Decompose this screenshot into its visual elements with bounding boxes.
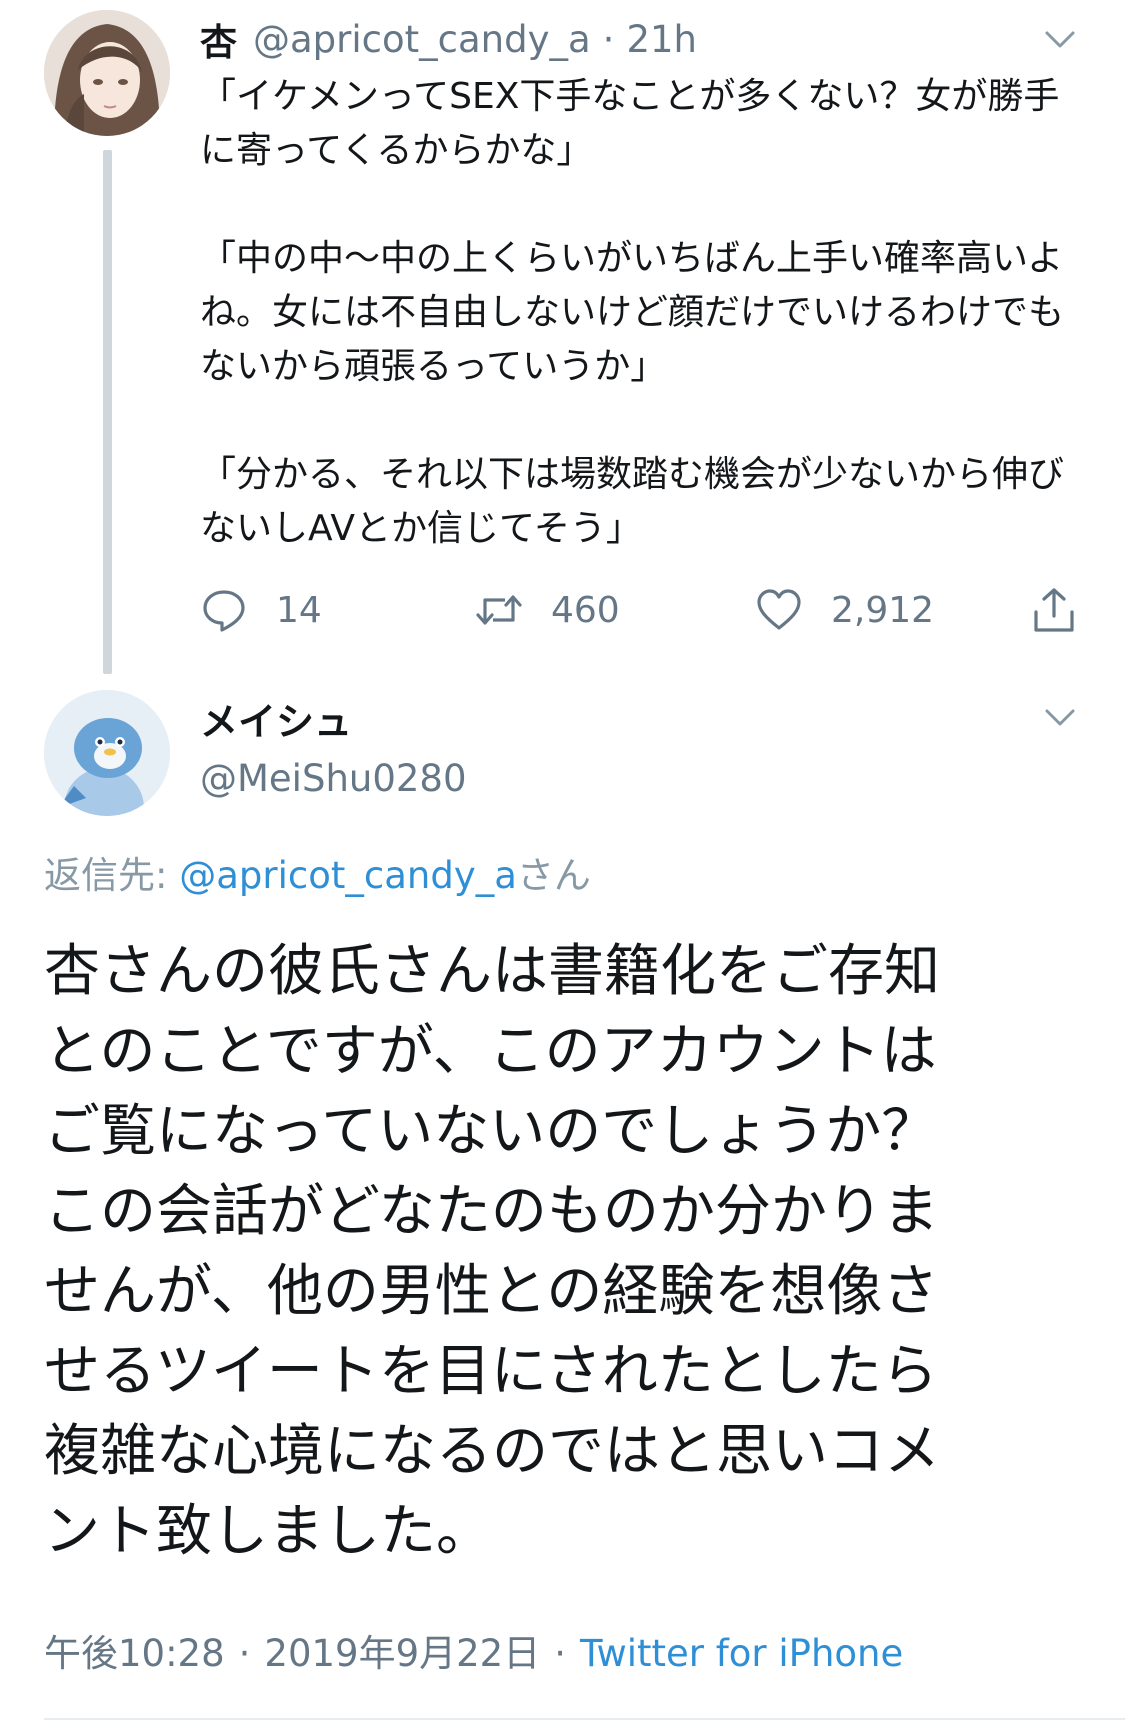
reply-text-line: せんが、他の男性との経験を想像さ: [44, 1259, 939, 1324]
reply-icon: [203, 590, 245, 632]
share-icon: [1034, 588, 1074, 632]
heart-icon: [757, 589, 801, 630]
meta-separator: ·: [554, 1632, 566, 1675]
reply-display-name[interactable]: メイシュ: [200, 692, 352, 752]
parent-tweet-actions: 14 460 2,912: [200, 580, 1085, 640]
retweet-count: 460: [551, 589, 620, 631]
chevron-down-icon: [1045, 31, 1075, 48]
reply-text-line: とのことですが、このアカウントは: [44, 1019, 937, 1084]
parent-tweet-time[interactable]: 21h: [626, 18, 697, 61]
parent-tweet-paragraph: 「分かる、それ以下は場数踏む機会が少ないから伸びないしAVとか信じてそう」: [200, 454, 1065, 549]
like-count: 2,912: [831, 589, 935, 631]
reply-button[interactable]: 14: [200, 580, 322, 640]
reply-tweet-text: 杏さんの彼氏さんは書籍化をご存知 とのことですが、このアカウントは ご覧になって…: [44, 932, 1084, 1572]
reply-handle[interactable]: @MeiShu0280: [200, 752, 467, 806]
reply-text-line: ご覧になっていないのでしょうか？: [44, 1099, 938, 1164]
header-separator: ·: [602, 17, 615, 61]
replying-to-handle-link[interactable]: @apricot_candy_a: [179, 854, 517, 897]
reply-tweet-menu-button[interactable]: [1043, 700, 1077, 734]
reply-text-line: 杏さんの彼氏さんは書籍化をご存知: [44, 939, 940, 1004]
reply-text-line: この会話がどなたのものか分かりま: [44, 1179, 939, 1244]
replying-to-label: 返信先:: [44, 854, 180, 897]
replying-to-suffix: さん: [516, 854, 591, 897]
replying-to: 返信先: @apricot_candy_aさん: [44, 848, 591, 904]
tweet-date[interactable]: 2019年9月22日: [264, 1632, 540, 1675]
reply-count: 14: [276, 589, 322, 631]
retweet-icon: [476, 595, 522, 625]
reply-text-line: 複雑な心境になるのではと思いコメ: [44, 1419, 940, 1484]
tweet-thread-view: 杏 @apricot_candy_a · 21h 「イケメンってSEX下手なこと…: [0, 0, 1125, 1724]
meta-separator: ·: [238, 1632, 251, 1675]
retweet-button[interactable]: 460: [475, 580, 620, 640]
tweet-client-link[interactable]: Twitter for iPhone: [580, 1632, 903, 1675]
bottom-divider: [44, 1718, 1125, 1720]
blue-penguin-avatar-icon: [44, 690, 170, 816]
parent-tweet-paragraph: 「イケメンってSEX下手なことが多くない？女が勝手に寄ってくるからかな」: [200, 76, 1060, 171]
parent-author-avatar[interactable]: [44, 10, 170, 136]
parent-tweet-text: 「イケメンってSEX下手なことが多くない？女が勝手に寄ってくるからかな」 「中の…: [200, 70, 1080, 556]
parent-tweet-paragraph: 「中の中〜中の上くらいがいちばん上手い確率高いよね。女には不自由しないけど顔だけ…: [200, 238, 1065, 387]
share-button[interactable]: [1030, 580, 1106, 640]
reply-text-line: せるツイートを目にされたとしたら: [44, 1339, 938, 1404]
reply-text-line: ント致しました。: [44, 1499, 492, 1564]
like-button[interactable]: 2,912: [755, 580, 934, 640]
parent-tweet-menu-button[interactable]: [1043, 22, 1077, 56]
chevron-down-icon: [1045, 709, 1075, 726]
tweet-metadata: 午後10:28 · 2019年9月22日 · Twitter for iPhone: [44, 1622, 903, 1686]
tweet-timestamp[interactable]: 午後10:28: [44, 1632, 225, 1675]
parent-display-name[interactable]: 杏: [200, 12, 237, 66]
anime-girl-avatar-icon: [44, 10, 170, 136]
thread-connector-line: [103, 150, 112, 674]
parent-handle[interactable]: @apricot_candy_a: [253, 18, 591, 61]
parent-tweet-header: 杏 @apricot_candy_a · 21h: [200, 12, 697, 66]
reply-author-avatar[interactable]: [44, 690, 170, 816]
